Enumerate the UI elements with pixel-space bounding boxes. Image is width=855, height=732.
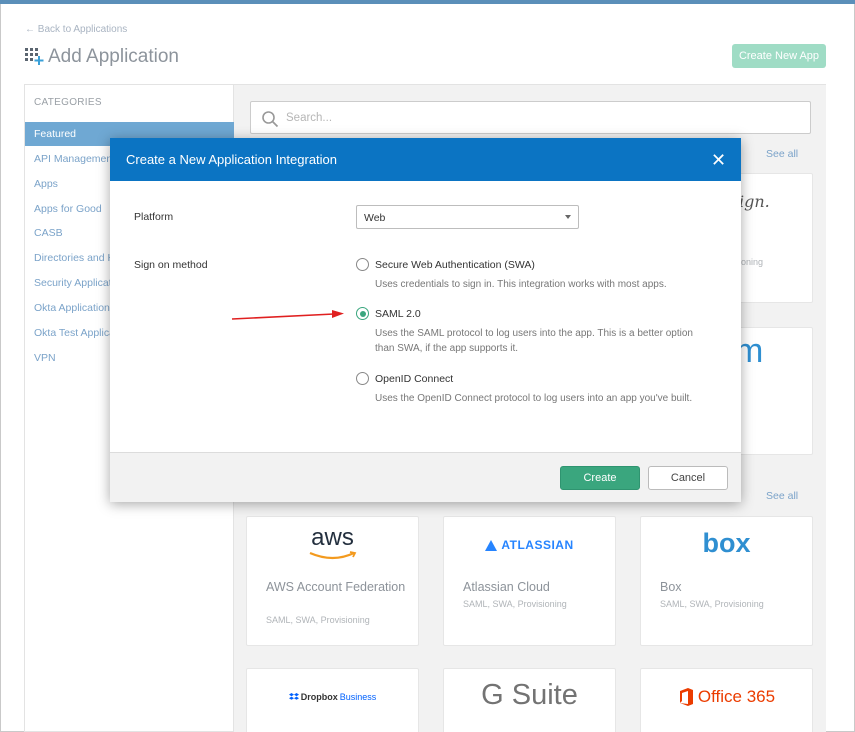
option-openid-title[interactable]: OpenID Connect [375, 373, 453, 385]
platform-label: Platform [134, 211, 174, 223]
app-card-dropbox[interactable]: Dropbox Business [246, 668, 419, 732]
cancel-button[interactable]: Cancel [648, 466, 728, 490]
page-title: Add Application [48, 46, 179, 67]
option-saml-desc: Uses the SAML protocol to log users into… [375, 328, 693, 354]
app-card-gsuite[interactable]: G Suite [443, 668, 616, 732]
aws-logo: aws [247, 523, 418, 563]
see-all-link-featured[interactable]: See all [766, 148, 798, 160]
add-apps-grid-icon [25, 48, 44, 65]
chevron-down-icon [565, 215, 571, 219]
create-button[interactable]: Create [560, 466, 640, 490]
dialog-header: Create a New Application Integration ✕ [110, 138, 741, 181]
app-card-sub: SAML, SWA, Provisioning [463, 599, 567, 609]
platform-select-value: Web [364, 212, 386, 224]
search-icon [262, 111, 279, 128]
option-swa-desc: Uses credentials to sign in. This integr… [375, 279, 667, 290]
dropbox-business-logo: Dropbox Business [247, 687, 418, 707]
sign-on-method-label: Sign on method [134, 259, 208, 271]
app-card-name: Atlassian Cloud [463, 580, 550, 594]
atlassian-logo: ATLASSIAN [444, 535, 615, 555]
option-openid-desc: Uses the OpenID Connect protocol to log … [375, 393, 693, 404]
platform-select[interactable]: Web [356, 205, 579, 229]
app-card-box[interactable]: box Box SAML, SWA, Provisioning [640, 516, 813, 646]
search-input[interactable]: Search... [250, 101, 811, 134]
app-card-name: AWS Account Federation [266, 580, 406, 594]
app-card-sub: SAML, SWA, Provisioning [266, 615, 370, 625]
option-saml-title[interactable]: SAML 2.0 [375, 308, 421, 320]
dialog-title: Create a New Application Integration [126, 152, 338, 167]
gsuite-logo: G Suite [481, 678, 578, 711]
option-swa-title[interactable]: Secure Web Authentication (SWA) [375, 259, 535, 271]
create-new-app-button[interactable]: Create New App [732, 44, 826, 68]
annotation-arrow-icon [231, 310, 344, 320]
close-icon[interactable]: ✕ [711, 151, 726, 169]
create-app-integration-dialog: Create a New Application Integration ✕ P… [110, 138, 741, 502]
categories-heading: CATEGORIES [34, 97, 102, 108]
app-card-atlassian[interactable]: ATLASSIAN Atlassian Cloud SAML, SWA, Pro… [443, 516, 616, 646]
radio-swa[interactable] [356, 258, 369, 271]
dialog-footer: Create Cancel [110, 452, 741, 502]
app-card-aws[interactable]: aws AWS Account Federation SAML, SWA, Pr… [246, 516, 419, 646]
partial-card-logo: ign. [739, 192, 770, 211]
partial-card-sub: ioning [739, 257, 764, 267]
app-card-sub: SAML, SWA, Provisioning [660, 599, 764, 609]
app-card-office365[interactable]: Office 365 [640, 668, 813, 732]
box-logo: box [702, 527, 751, 558]
see-all-link-2[interactable]: See all [766, 490, 798, 502]
radio-saml[interactable] [356, 307, 369, 320]
app-card-name: Box [660, 580, 682, 594]
office365-logo: Office 365 [641, 685, 812, 709]
search-placeholder: Search... [286, 112, 333, 124]
back-to-applications-link[interactable]: ← Back to Applications [25, 24, 127, 35]
radio-openid[interactable] [356, 372, 369, 385]
